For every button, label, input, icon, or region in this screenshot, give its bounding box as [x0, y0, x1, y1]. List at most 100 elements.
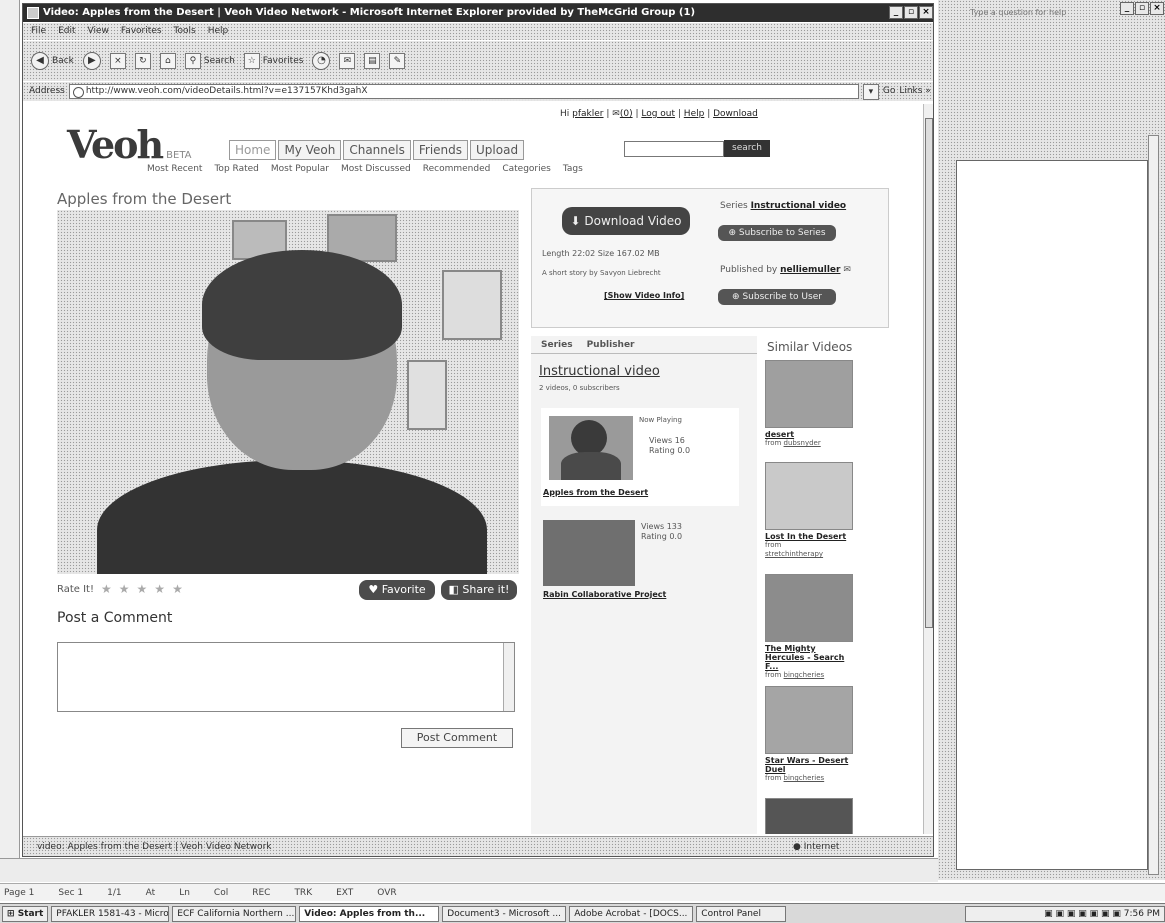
video-title-link[interactable]: Apples from the Desert	[543, 488, 648, 497]
video-thumbnail[interactable]	[543, 520, 635, 586]
horizontal-scrollbar[interactable]	[0, 858, 938, 882]
start-button[interactable]: ⊞ Start	[2, 905, 49, 922]
video-thumbnail[interactable]	[765, 574, 853, 642]
taskbar-item[interactable]: ECF California Northern ...	[172, 905, 297, 922]
close-icon[interactable]: ×	[1150, 2, 1164, 15]
similar-video-title[interactable]: The Mighty Hercules - Search F...	[765, 644, 855, 671]
download-video-button[interactable]: ⬇ Download Video	[562, 207, 690, 235]
series-item-now-playing[interactable]: Now Playing Views 16 Rating 0.0 Apples f…	[541, 408, 739, 506]
video-thumbnail[interactable]	[765, 798, 853, 834]
similar-video-item[interactable]: desert from dubsnyder	[765, 360, 855, 448]
star-icon[interactable]: ★	[137, 582, 148, 596]
subnav-top-rated[interactable]: Top Rated	[214, 164, 258, 174]
series-link[interactable]: Instructional video	[751, 201, 847, 211]
similar-video-user[interactable]: bingcheries	[784, 774, 825, 782]
menu-help[interactable]: Help	[208, 23, 229, 40]
dropdown-arrow-icon[interactable]: ▾	[862, 83, 879, 100]
go-button[interactable]: Go	[883, 82, 895, 101]
restore-icon[interactable]: ▫	[1135, 2, 1149, 15]
subscribe-user-button[interactable]: ⊕ Subscribe to User	[718, 289, 836, 305]
subnav-most-discussed[interactable]: Most Discussed	[341, 164, 411, 174]
series-item[interactable]: Views 133 Rating 0.0 Rabin Collaborative…	[541, 516, 739, 600]
menu-tools[interactable]: Tools	[174, 23, 196, 40]
logout-link[interactable]: Log out	[641, 109, 675, 119]
browser-vertical-scrollbar[interactable]	[923, 104, 933, 834]
subnav-tags[interactable]: Tags	[563, 164, 583, 174]
mail-icon[interactable]: ✉	[339, 53, 356, 69]
address-input[interactable]: http://www.veoh.com/videoDetails.html?v=…	[68, 84, 859, 99]
similar-video-item[interactable]: The Mighty Hercules - Search F... from b…	[765, 574, 855, 680]
textarea-scrollbar[interactable]	[503, 643, 514, 711]
tab-series[interactable]: Series	[541, 336, 573, 353]
links-button[interactable]: Links »	[899, 82, 931, 101]
word-document-page[interactable]	[956, 160, 1148, 870]
username-link[interactable]: pfakler	[572, 109, 603, 119]
inbox-icon[interactable]: ✉	[612, 109, 620, 119]
subnav-recommended[interactable]: Recommended	[423, 164, 491, 174]
tab-home[interactable]: Home	[229, 140, 277, 160]
word-vertical-scrollbar[interactable]	[1148, 135, 1159, 875]
download-link[interactable]: Download	[713, 109, 758, 119]
similar-video-title[interactable]: Star Wars - Desert Duel	[765, 756, 855, 774]
minimize-icon[interactable]: _	[889, 6, 903, 19]
show-video-info-link[interactable]: [Show Video Info]	[604, 291, 684, 300]
tab-friends[interactable]: Friends	[412, 140, 469, 160]
mail-icon[interactable]: ✉	[843, 265, 851, 275]
star-icon[interactable]: ★	[101, 582, 112, 596]
similar-video-user[interactable]: bingcheries	[784, 671, 825, 679]
subnav-most-recent[interactable]: Most Recent	[147, 164, 202, 174]
menu-file[interactable]: File	[31, 23, 46, 40]
veoh-logo[interactable]: Veoh BETA	[67, 122, 192, 167]
post-comment-button[interactable]: Post Comment	[401, 728, 513, 748]
menu-view[interactable]: View	[88, 23, 109, 40]
menu-favorites[interactable]: Favorites	[121, 23, 162, 40]
video-player[interactable]	[57, 210, 519, 574]
favorites-button[interactable]: ☆ Favorites	[243, 53, 303, 69]
taskbar-item[interactable]: Control Panel	[696, 905, 787, 922]
edit-icon[interactable]: ✎	[389, 53, 406, 69]
site-search-input[interactable]	[624, 141, 724, 157]
favorite-button[interactable]: ♥ Favorite	[359, 580, 435, 600]
star-icon[interactable]: ★	[154, 582, 165, 596]
tab-publisher[interactable]: Publisher	[587, 336, 635, 353]
share-button[interactable]: ◧ Share it!	[441, 580, 517, 600]
help-box[interactable]: Type a question for help	[970, 6, 1108, 19]
star-icon[interactable]: ★	[172, 582, 183, 596]
star-icon[interactable]: ★	[119, 582, 130, 596]
similar-video-item[interactable]	[765, 798, 855, 834]
video-thumbnail[interactable]	[765, 686, 853, 754]
home-icon[interactable]: ⌂	[159, 53, 176, 69]
tab-my-veoh[interactable]: My Veoh	[278, 140, 342, 160]
comment-textarea[interactable]	[57, 642, 515, 712]
site-search-button[interactable]: search	[724, 140, 770, 157]
taskbar-item[interactable]: Adobe Acrobat - [DOCS...	[569, 905, 694, 922]
publisher-link[interactable]: nelliemuller	[780, 265, 840, 275]
search-button[interactable]: ⚲ Search	[184, 53, 235, 69]
taskbar-item-active[interactable]: Video: Apples from th...	[299, 905, 440, 922]
tab-channels[interactable]: Channels	[343, 140, 411, 160]
similar-video-title[interactable]: Lost In the Desert	[765, 532, 855, 541]
menu-edit[interactable]: Edit	[58, 23, 75, 40]
help-link[interactable]: Help	[684, 109, 705, 119]
video-thumbnail[interactable]	[549, 416, 633, 480]
video-thumbnail[interactable]	[765, 462, 853, 530]
video-title-link[interactable]: Rabin Collaborative Project	[543, 590, 666, 599]
stop-icon[interactable]: ×	[109, 53, 126, 69]
back-button[interactable]: ◀ Back	[31, 52, 74, 70]
restore-icon[interactable]: ▫	[904, 6, 918, 19]
refresh-icon[interactable]: ↻	[134, 53, 151, 69]
similar-video-item[interactable]: Star Wars - Desert Duel from bingcheries	[765, 686, 855, 783]
subnav-most-popular[interactable]: Most Popular	[271, 164, 329, 174]
tab-upload[interactable]: Upload	[470, 140, 525, 160]
similar-video-user[interactable]: stretchintherapy	[765, 550, 823, 558]
forward-arrow-icon[interactable]: ▶	[82, 52, 101, 70]
taskbar-item[interactable]: Document3 - Microsoft ...	[442, 905, 567, 922]
subnav-categories[interactable]: Categories	[502, 164, 551, 174]
close-icon[interactable]: ×	[919, 6, 933, 19]
history-icon[interactable]: ◔	[312, 52, 331, 70]
minimize-icon[interactable]: _	[1120, 2, 1134, 15]
inbox-link[interactable]: (0)	[620, 109, 633, 119]
scroll-thumb[interactable]	[925, 118, 933, 628]
taskbar-item[interactable]: PFAKLER 1581-43 - Micro...	[51, 905, 170, 922]
print-icon[interactable]: ▤	[364, 53, 381, 69]
